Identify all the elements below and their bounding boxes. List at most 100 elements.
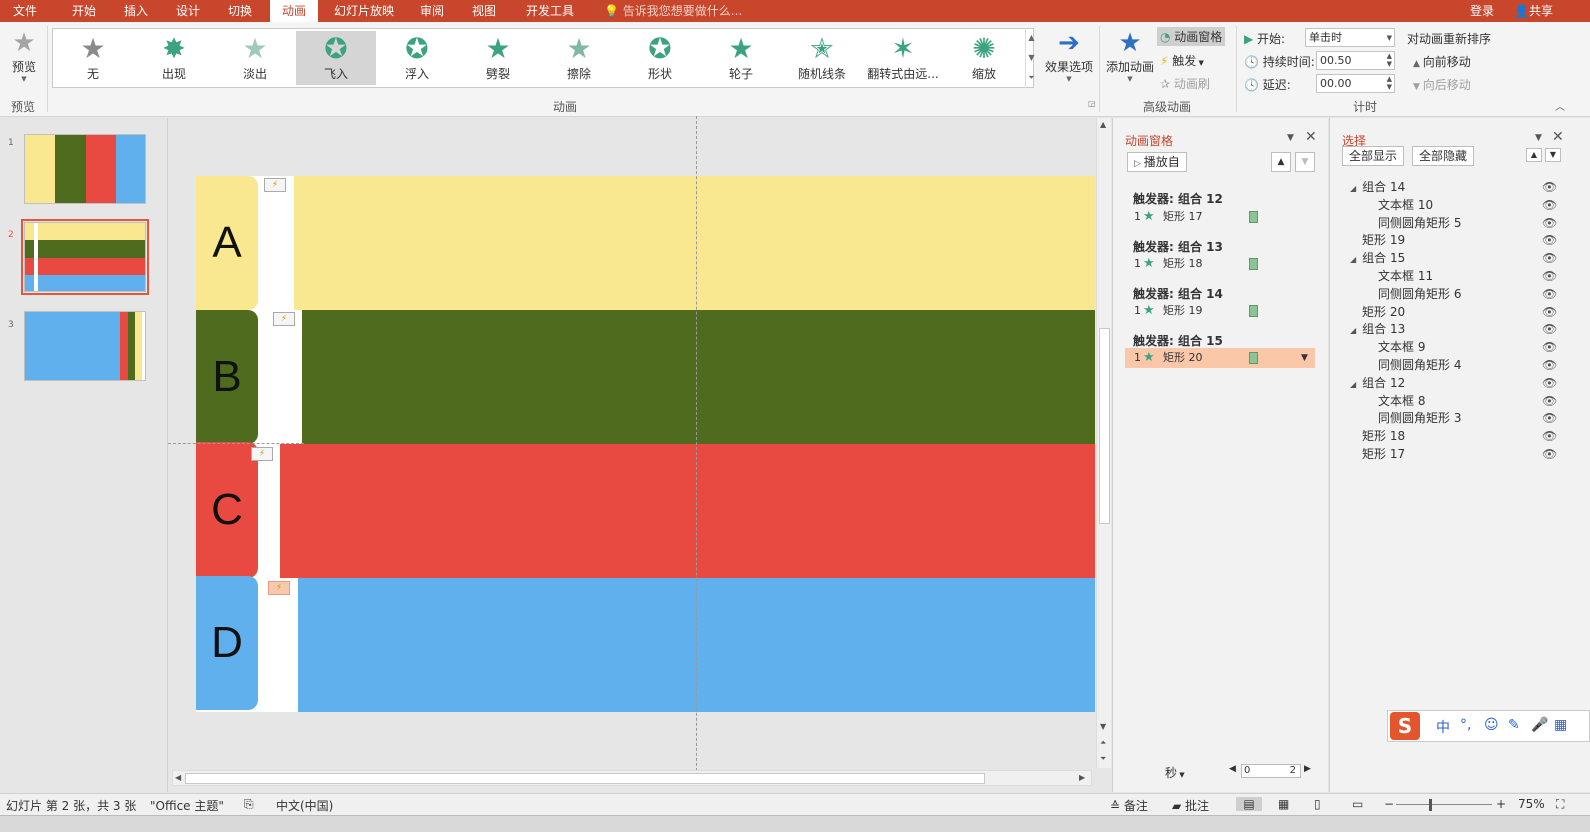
anim-none[interactable]: ★ 无 <box>53 31 133 85</box>
rectangle-18[interactable] <box>302 310 1095 444</box>
slide-thumbnail-2[interactable] <box>21 219 149 295</box>
visibility-eye-icon[interactable]: 👁 <box>1542 303 1557 321</box>
timeline-ruler[interactable]: 0 2 <box>1241 764 1301 778</box>
tab-design[interactable]: 设计 <box>166 0 210 22</box>
anim-shape[interactable]: ✪ 形状 <box>620 31 700 85</box>
selection-item[interactable]: 文本框 8 <box>1378 392 1425 410</box>
grid-icon[interactable]: ▦ <box>1554 717 1567 733</box>
gallery-up-icon[interactable]: ▲ <box>1026 28 1037 48</box>
pane-options-icon[interactable]: ▼ <box>1287 133 1294 143</box>
tab-developer[interactable]: 开发工具 <box>514 0 586 22</box>
trigger-lightning-icon[interactable]: ⚡ <box>264 178 286 192</box>
visibility-eye-icon[interactable]: 👁 <box>1542 249 1557 267</box>
timeline-bar[interactable] <box>1249 305 1258 317</box>
chevron-down-icon[interactable]: ▼ <box>1301 348 1308 368</box>
emoji-icon[interactable]: ☺ <box>1484 717 1499 733</box>
tab-slideshow[interactable]: 幻灯片放映 <box>326 0 402 22</box>
anim-random-bars[interactable]: ✭ 随机线条 <box>782 31 862 85</box>
selection-group-item[interactable]: ◢ 组合 15 <box>1350 249 1405 267</box>
slide-sorter-icon[interactable]: ▦ <box>1278 797 1289 811</box>
scroll-up-icon[interactable]: ▲ <box>1100 120 1106 129</box>
move-earlier-button[interactable]: ▲ 向前移动 <box>1413 53 1471 70</box>
visibility-eye-icon[interactable]: 👁 <box>1542 214 1557 232</box>
gallery-more-icon[interactable]: ⏷ <box>1026 68 1037 88</box>
vertical-guide[interactable] <box>696 116 697 786</box>
visibility-eye-icon[interactable]: 👁 <box>1542 356 1557 374</box>
close-icon[interactable]: ✕ <box>1305 129 1317 145</box>
rectangle-17[interactable] <box>294 176 1095 310</box>
selection-item[interactable]: 矩形 19 <box>1362 231 1405 249</box>
anim-fade[interactable]: ★ 淡出 <box>215 31 295 85</box>
visibility-eye-icon[interactable]: 👁 <box>1542 374 1557 392</box>
move-down-icon[interactable]: ▼ <box>1295 152 1315 172</box>
scroll-down-icon[interactable]: ▼ <box>1100 722 1106 731</box>
tell-me-box[interactable]: 💡 告诉我您想要做什么... <box>604 0 742 22</box>
scroll-left-icon[interactable]: ◀ <box>175 773 181 782</box>
horizontal-guide[interactable] <box>168 443 304 444</box>
zoom-in-icon[interactable]: + <box>1496 797 1506 811</box>
anim-wipe[interactable]: ★ 擦除 <box>539 31 619 85</box>
visibility-eye-icon[interactable]: 👁 <box>1542 427 1557 445</box>
close-icon[interactable]: ✕ <box>1552 129 1564 145</box>
notes-button[interactable]: ≙ 备注 <box>1110 797 1148 814</box>
zoom-slider-thumb[interactable] <box>1429 799 1432 811</box>
anim-appear[interactable]: ✸ 出现 <box>134 31 214 85</box>
selection-item[interactable]: 矩形 18 <box>1362 427 1405 445</box>
scrollbar-thumb[interactable] <box>1099 328 1110 524</box>
normal-view-icon[interactable]: ▤ <box>1236 797 1262 811</box>
next-slide-icon[interactable]: ⏷ <box>1100 754 1106 764</box>
tab-file[interactable]: 文件 <box>4 0 46 22</box>
slide-thumbnail-3[interactable] <box>24 311 146 381</box>
gallery-down-icon[interactable]: ▼ <box>1026 48 1037 68</box>
trigger-lightning-icon[interactable]: ⚡ <box>251 447 273 461</box>
timeline-bar[interactable] <box>1249 211 1258 223</box>
animation-pane-button[interactable]: ◔ 动画窗格 <box>1157 27 1226 46</box>
hide-all-button[interactable]: 全部隐藏 <box>1412 146 1475 166</box>
rectangle-19[interactable] <box>280 444 1095 578</box>
prev-slide-icon[interactable]: ⏶ <box>1100 738 1106 748</box>
selection-item[interactable]: 矩形 17 <box>1362 445 1405 463</box>
duration-spinner[interactable]: 00.50 ▲ ▼ <box>1316 51 1395 70</box>
selection-item[interactable]: 文本框 11 <box>1378 267 1433 285</box>
tab-transitions[interactable]: 切换 <box>218 0 262 22</box>
selection-item[interactable]: 同侧圆角矩形 6 <box>1378 285 1461 303</box>
visibility-eye-icon[interactable]: 👁 <box>1542 231 1557 249</box>
expand-triangle-icon[interactable]: ◢ <box>1350 255 1356 264</box>
selection-item[interactable]: 同侧圆角矩形 3 <box>1378 409 1461 427</box>
timeline-right-icon[interactable]: ▶ <box>1304 764 1311 774</box>
tab-insert[interactable]: 插入 <box>114 0 158 22</box>
spellcheck-icon[interactable]: ⎘ <box>244 797 254 812</box>
selection-item[interactable]: 文本框 9 <box>1378 338 1425 356</box>
comments-button[interactable]: ▰ 批注 <box>1172 797 1209 814</box>
vertical-scrollbar[interactable]: ▲ ▼ ⏶ ⏷ <box>1096 118 1111 768</box>
expand-triangle-icon[interactable]: ◢ <box>1350 184 1356 193</box>
expand-triangle-icon[interactable]: ◢ <box>1350 380 1356 389</box>
seconds-dropdown[interactable]: 秒 ▼ <box>1165 764 1185 781</box>
move-later-button[interactable]: ▼ 向后移动 <box>1413 76 1471 93</box>
animation-item[interactable]: 1 ★ 矩形 17 <box>1125 207 1315 227</box>
pane-options-icon[interactable]: ▼ <box>1535 133 1542 143</box>
tab-home[interactable]: 开始 <box>62 0 106 22</box>
tab-animations[interactable]: 动画 <box>270 0 318 22</box>
anim-zoom[interactable]: ✺ 缩放 <box>944 31 1024 85</box>
animation-item[interactable]: 1 ★ 矩形 19 <box>1125 301 1315 321</box>
letter-tab-d[interactable]: D <box>196 576 258 710</box>
preview-button[interactable]: ★ 预览 ▼ <box>8 28 40 83</box>
anim-split[interactable]: ★ 劈裂 <box>458 31 538 85</box>
selection-group-item[interactable]: ◢ 组合 12 <box>1350 374 1405 392</box>
delay-spinner[interactable]: 00.00 ▲ ▼ <box>1316 74 1395 93</box>
visibility-eye-icon[interactable]: 👁 <box>1542 178 1557 196</box>
visibility-eye-icon[interactable]: 👁 <box>1542 320 1557 338</box>
animation-item[interactable]: 1 ★ 矩形 18 <box>1125 254 1315 274</box>
sogou-logo-icon[interactable]: S <box>1390 712 1420 740</box>
timeline-bar[interactable] <box>1249 258 1258 270</box>
effect-options-button[interactable]: ➔ 效果选项 ▼ <box>1043 28 1095 83</box>
horizontal-scrollbar[interactable]: ◀ ▶ <box>172 770 1092 786</box>
pen-icon[interactable]: ✎ <box>1508 717 1520 733</box>
punctuation-icon[interactable]: °, <box>1460 717 1471 733</box>
timeline-bar[interactable] <box>1249 352 1258 364</box>
visibility-eye-icon[interactable]: 👁 <box>1542 392 1557 410</box>
trigger-button[interactable]: ⚡ 触发 ▼ <box>1160 52 1204 69</box>
microphone-icon[interactable]: 🎤 <box>1531 717 1548 733</box>
zoom-level[interactable]: 75% <box>1518 797 1545 811</box>
